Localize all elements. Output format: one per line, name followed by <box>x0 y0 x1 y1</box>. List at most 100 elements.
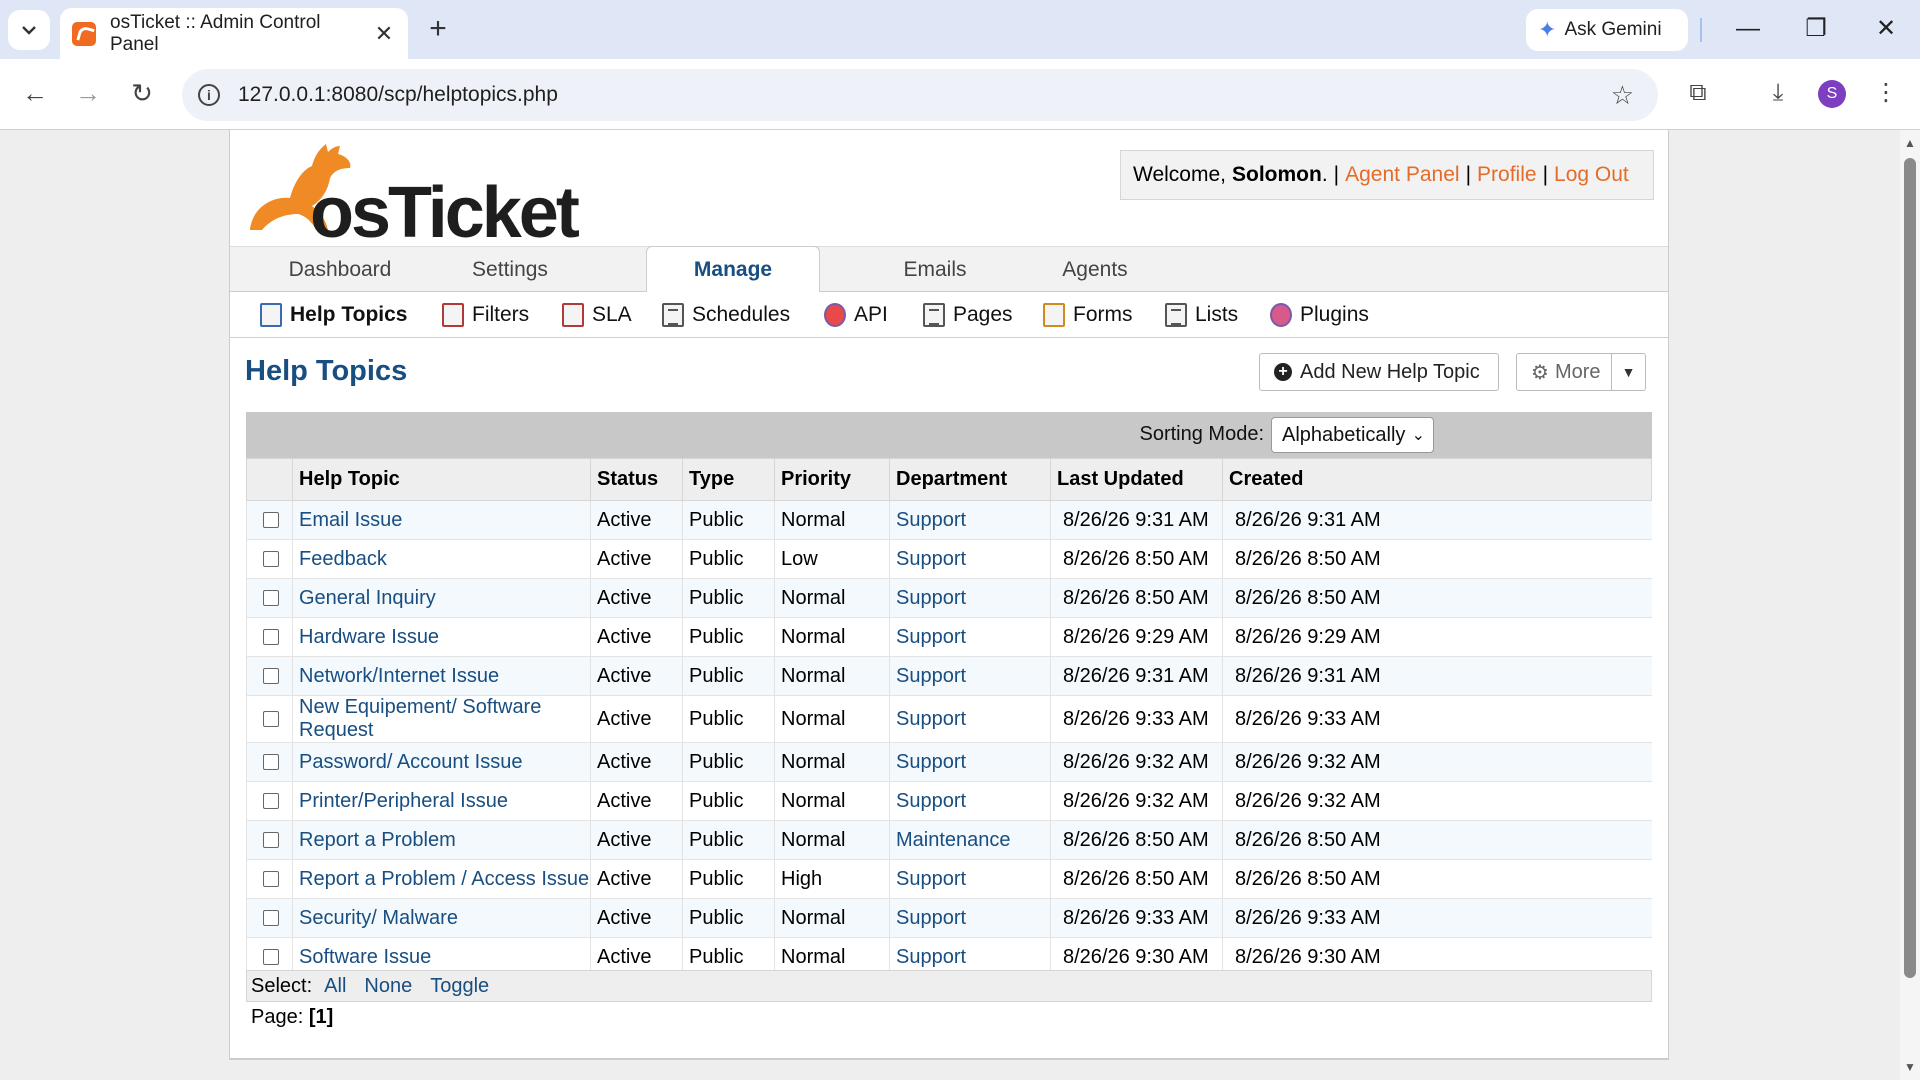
header-last-updated[interactable]: Last Updated <box>1050 458 1223 501</box>
restore-icon[interactable]: ❐ <box>1796 14 1836 46</box>
help-topic-link[interactable]: Security/ Malware <box>299 907 458 929</box>
row-checkbox[interactable] <box>263 590 279 607</box>
department-link[interactable]: Support <box>896 868 966 890</box>
scroll-up-arrow-icon[interactable]: ▲ <box>1903 136 1917 150</box>
scroll-thumb[interactable] <box>1904 158 1916 978</box>
help-topic-link[interactable]: Password/ Account Issue <box>299 751 522 773</box>
menu-kebab-icon[interactable]: ⋮ <box>1866 73 1906 113</box>
close-window-icon[interactable]: ✕ <box>1866 14 1906 46</box>
bookmark-star-icon[interactable]: ☆ <box>1611 80 1634 111</box>
row-checkbox[interactable] <box>263 711 279 728</box>
subnav-filters[interactable]: Filters <box>442 300 529 330</box>
subnav-forms[interactable]: Forms <box>1043 300 1133 330</box>
help-topic-link[interactable]: Software Issue <box>299 946 431 968</box>
sorting-mode-select[interactable]: Alphabetically ⌄ <box>1271 417 1434 453</box>
help-topic-link[interactable]: Report a Problem <box>299 829 456 851</box>
caret-down-icon[interactable]: ▼ <box>1611 354 1645 390</box>
more-button[interactable]: ⚙ More ▼ <box>1516 353 1646 391</box>
department-link[interactable]: Support <box>896 626 966 648</box>
row-checkbox[interactable] <box>263 512 279 529</box>
department-link[interactable]: Support <box>896 665 966 687</box>
help-topic-link[interactable]: Printer/Peripheral Issue <box>299 790 508 812</box>
browser-tab[interactable]: osTicket :: Admin Control Panel ✕ <box>60 8 408 59</box>
profile-link[interactable]: Profile <box>1477 163 1537 187</box>
subnav-schedules[interactable]: Schedules <box>662 300 790 330</box>
add-new-help-topic-button[interactable]: + Add New Help Topic <box>1259 353 1499 391</box>
site-info-icon[interactable]: i <box>198 84 220 106</box>
new-tab-plus-icon[interactable]: + <box>422 14 454 44</box>
row-checkbox[interactable] <box>263 871 279 888</box>
tab-close-icon[interactable]: ✕ <box>372 21 396 47</box>
header-help-topic[interactable]: Help Topic <box>292 458 591 501</box>
profile-avatar[interactable]: S <box>1818 80 1846 108</box>
subnav-help-topics[interactable]: Help Topics <box>260 300 407 330</box>
header-status[interactable]: Status <box>590 458 683 501</box>
help-topic-link[interactable]: Feedback <box>299 548 387 570</box>
subnav-pages[interactable]: Pages <box>923 300 1013 330</box>
row-checkbox[interactable] <box>263 754 279 771</box>
help-topic-link[interactable]: Network/Internet Issue <box>299 665 499 687</box>
row-checkbox[interactable] <box>263 668 279 685</box>
tab-list-chevron-icon[interactable] <box>8 10 50 50</box>
scroll-down-arrow-icon[interactable]: ▼ <box>1903 1060 1917 1074</box>
department-link[interactable]: Support <box>896 509 966 531</box>
row-checkbox[interactable] <box>263 832 279 849</box>
cell-select <box>246 742 293 782</box>
tab-agents[interactable]: Agents <box>1010 247 1180 293</box>
table-row: New Equipement/ Software Request Active Pu… <box>246 695 1652 743</box>
row-checkbox[interactable] <box>263 949 279 966</box>
row-checkbox[interactable] <box>263 629 279 646</box>
row-checkbox[interactable] <box>263 910 279 927</box>
subnav-plugins[interactable]: Plugins <box>1270 300 1369 330</box>
cell-updated: 8/26/26 8:50 AM <box>1050 859 1223 899</box>
department-link[interactable]: Support <box>896 751 966 773</box>
download-icon[interactable]: ⤓ <box>1758 73 1798 113</box>
ask-gemini-button[interactable]: ✦ Ask Gemini <box>1526 9 1688 51</box>
select-none-link[interactable]: None <box>364 975 412 998</box>
subnav-api[interactable]: API <box>824 300 888 330</box>
department-link[interactable]: Support <box>896 548 966 570</box>
subnav-sla[interactable]: SLA <box>562 300 632 330</box>
page-viewport: osTicket Welcome, Solomon. | Agent Panel… <box>0 130 1900 1080</box>
minimize-icon[interactable]: — <box>1728 14 1768 46</box>
forward-arrow-icon[interactable]: → <box>68 73 108 113</box>
more-main[interactable]: ⚙ More <box>1517 354 1611 390</box>
department-link[interactable]: Support <box>896 907 966 929</box>
help-topic-link[interactable]: Report a Problem / Access Issue <box>299 868 589 890</box>
plus-circle-icon: + <box>1274 363 1292 381</box>
tab-dashboard[interactable]: Dashboard <box>255 247 425 293</box>
help-topic-link[interactable]: Email Issue <box>299 509 402 531</box>
header-department[interactable]: Department <box>889 458 1051 501</box>
header-created[interactable]: Created <box>1222 458 1652 501</box>
osticket-logo[interactable]: osTicket <box>242 138 580 253</box>
department-link[interactable]: Support <box>896 587 966 609</box>
cell-topic: Printer/Peripheral Issue <box>292 781 591 821</box>
address-bar[interactable]: i 127.0.0.1:8080/scp/helptopics.php ☆ <box>182 69 1658 121</box>
logout-link[interactable]: Log Out <box>1554 163 1629 187</box>
help-topic-link[interactable]: Hardware Issue <box>299 626 439 648</box>
agent-panel-link[interactable]: Agent Panel <box>1345 163 1459 187</box>
help-topic-link[interactable]: New Equipement/ Software Request <box>299 696 541 741</box>
row-checkbox[interactable] <box>263 793 279 810</box>
url-text[interactable]: 127.0.0.1:8080/scp/helptopics.php <box>238 83 1611 107</box>
tab-emails[interactable]: Emails <box>850 247 1020 293</box>
department-link[interactable]: Support <box>896 790 966 812</box>
cell-select <box>246 781 293 821</box>
help-topic-link[interactable]: General Inquiry <box>299 587 436 609</box>
tab-settings[interactable]: Settings <box>425 247 595 293</box>
subnav-lists[interactable]: Lists <box>1165 300 1238 330</box>
select-toggle-link[interactable]: Toggle <box>430 975 489 998</box>
vertical-scrollbar[interactable]: ▲ ▼ <box>1900 130 1920 1080</box>
header-priority[interactable]: Priority <box>774 458 890 501</box>
header-type[interactable]: Type <box>682 458 775 501</box>
row-checkbox[interactable] <box>263 551 279 568</box>
department-link[interactable]: Support <box>896 946 966 968</box>
extensions-puzzle-icon[interactable]: ⧉ <box>1678 73 1718 113</box>
department-link[interactable]: Maintenance <box>896 829 1011 851</box>
department-link[interactable]: Support <box>896 708 966 730</box>
reload-icon[interactable]: ↻ <box>122 73 162 113</box>
table-row: Hardware Issue Active Public Normal Support 8… <box>246 617 1652 657</box>
select-all-link[interactable]: All <box>324 975 346 998</box>
back-arrow-icon[interactable]: ← <box>15 73 55 113</box>
tab-manage[interactable]: Manage <box>646 246 820 293</box>
